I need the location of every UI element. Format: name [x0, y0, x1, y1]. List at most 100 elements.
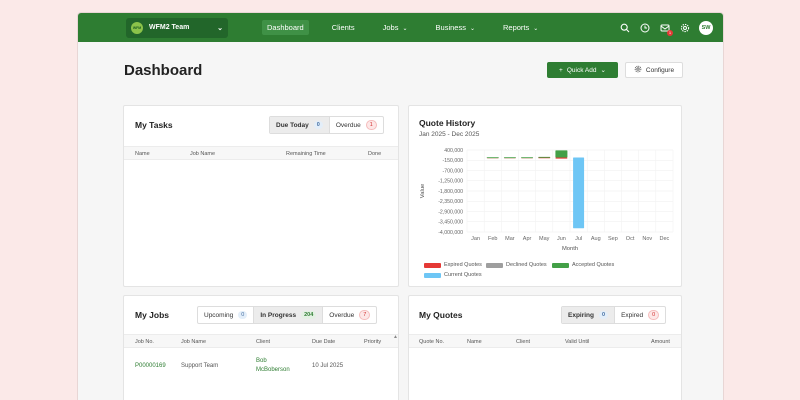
- filter-upcoming[interactable]: Upcoming 0: [198, 307, 255, 323]
- my-quotes-title: My Quotes: [419, 310, 463, 320]
- column-header[interactable]: Due Date: [312, 339, 335, 345]
- my-quotes-filter: Expiring 0 Expired 0: [561, 306, 667, 324]
- column-header[interactable]: Done: [368, 151, 381, 157]
- nav-clients[interactable]: Clients: [327, 20, 360, 35]
- legend-swatch: [424, 262, 441, 268]
- count-badge: 0: [599, 311, 609, 319]
- bar: [555, 157, 568, 159]
- y-tick-label: -3,450,000: [438, 220, 463, 226]
- y-tick-label: -1,250,000: [438, 179, 463, 185]
- chevron-down-icon: ⌄: [469, 26, 475, 32]
- legend-expired[interactable]: Expired Quotes: [424, 262, 482, 268]
- job-name: Support Team: [181, 363, 219, 369]
- legend-accepted[interactable]: Accepted Quotes: [552, 262, 614, 268]
- jobs-table-header: Job No. Job Name Client Due Date Priorit…: [124, 334, 398, 348]
- filter-overdue[interactable]: Overdue 7: [323, 307, 376, 323]
- column-header[interactable]: Priority: [364, 339, 381, 345]
- filter-in-progress[interactable]: In Progress 204: [254, 307, 324, 323]
- filter-due-today[interactable]: Due Today 0: [270, 117, 330, 133]
- nav-business[interactable]: Business ⌄: [431, 20, 480, 35]
- filter-expired[interactable]: Expired 0: [615, 307, 665, 323]
- column-header[interactable]: Valid Until: [565, 339, 589, 345]
- team-logo: WFM: [131, 21, 143, 34]
- quotes-table-header: Quote No. Name Client Valid Until Amount: [409, 334, 681, 348]
- column-header[interactable]: Client: [516, 339, 530, 345]
- quote-history-title: Quote History: [419, 118, 476, 128]
- legend-swatch: [552, 262, 569, 268]
- gear-icon: [634, 65, 642, 75]
- chevron-down-icon: ⌄: [402, 26, 408, 32]
- nav-dashboard[interactable]: Dashboard: [262, 20, 309, 35]
- x-tick-label: Mar: [505, 236, 515, 242]
- x-tick-label: Aug: [591, 236, 601, 242]
- bar: [503, 157, 516, 159]
- configure-button[interactable]: Configure: [625, 62, 683, 78]
- quote-history-card: Quote History Jan 2025 - Dec 2025 400,00…: [408, 105, 682, 287]
- quote-history-subtitle: Jan 2025 - Dec 2025: [419, 131, 480, 138]
- x-tick-label: Apr: [523, 236, 532, 242]
- scrollbar[interactable]: ▲: [393, 334, 398, 400]
- y-tick-label: -4,000,000: [438, 230, 463, 236]
- my-quotes-card: My Quotes Expiring 0 Expired 0 Quote No.…: [408, 295, 682, 400]
- x-tick-label: Oct: [626, 236, 635, 242]
- scroll-up-icon: ▲: [393, 334, 398, 340]
- inbox-icon[interactable]: 1: [659, 22, 673, 36]
- legend-swatch: [424, 272, 441, 278]
- y-tick-label: -150,000: [443, 158, 464, 164]
- nav-jobs[interactable]: Jobs ⌄: [378, 20, 413, 35]
- chevron-down-icon: ⌄: [217, 24, 223, 32]
- filter-overdue[interactable]: Overdue 1: [330, 117, 383, 133]
- column-header[interactable]: Job Name: [181, 339, 206, 345]
- gear-icon[interactable]: [679, 22, 691, 34]
- search-icon[interactable]: [619, 22, 631, 34]
- y-tick-label: 400,000: [444, 148, 463, 154]
- client-link[interactable]: McBoberson: [256, 367, 290, 373]
- x-tick-label: Jul: [575, 236, 582, 242]
- column-header[interactable]: Name: [467, 339, 482, 345]
- avatar[interactable]: SW: [699, 20, 713, 35]
- column-header[interactable]: Name: [135, 151, 150, 157]
- team-name: WFM2 Team: [149, 24, 190, 31]
- column-header[interactable]: Job No.: [135, 339, 154, 345]
- count-badge: 1: [365, 120, 377, 130]
- column-header[interactable]: Client: [256, 339, 270, 345]
- y-tick-label: -2,900,000: [438, 209, 463, 215]
- bar: [573, 157, 585, 229]
- bar: [486, 157, 499, 159]
- my-jobs-title: My Jobs: [135, 310, 170, 320]
- team-switcher[interactable]: WFM WFM2 Team ⌄: [126, 17, 228, 38]
- x-tick-label: Jan: [471, 236, 480, 242]
- column-header[interactable]: Remaining Time: [286, 151, 326, 157]
- top-nav-bar: WFM WFM2 Team ⌄ Dashboard Clients Jobs ⌄ …: [78, 13, 723, 42]
- client-link[interactable]: Bob: [256, 358, 267, 364]
- clock-icon[interactable]: [639, 22, 651, 34]
- legend-current[interactable]: Current Quotes: [424, 272, 482, 278]
- column-header[interactable]: Amount: [651, 339, 670, 345]
- plus-icon: +: [559, 66, 563, 74]
- y-tick-label: -2,350,000: [438, 199, 463, 205]
- column-header[interactable]: Job Name: [190, 151, 215, 157]
- count-badge: 0: [313, 121, 323, 129]
- bar: [555, 150, 568, 158]
- job-number-link[interactable]: P00000169: [135, 363, 166, 369]
- y-tick-label: -700,000: [443, 168, 464, 174]
- x-axis-label: Month: [562, 246, 578, 252]
- app-window: WFM WFM2 Team ⌄ Dashboard Clients Jobs ⌄ …: [78, 13, 723, 400]
- my-jobs-filter: Upcoming 0 In Progress 204 Overdue 7: [197, 306, 378, 324]
- quick-add-button[interactable]: + Quick Add ⌄: [547, 62, 618, 78]
- column-header[interactable]: Quote No.: [419, 339, 444, 345]
- header-tools: 1 SW: [619, 20, 713, 36]
- my-jobs-card: My Jobs Upcoming 0 In Progress 204 Overd…: [123, 295, 399, 400]
- legend-declined[interactable]: Declined Quotes: [486, 262, 547, 268]
- x-tick-label: May: [539, 236, 550, 242]
- filter-expiring[interactable]: Expiring 0: [562, 307, 616, 323]
- y-tick-label: -1,800,000: [438, 189, 463, 195]
- count-badge: 0: [648, 310, 660, 320]
- table-row[interactable]: P00000169 Support Team Bob McBoberson 10…: [124, 354, 398, 390]
- bar: [538, 156, 551, 158]
- nav-reports[interactable]: Reports ⌄: [498, 20, 543, 35]
- my-tasks-filter: Due Today 0 Overdue 1: [269, 116, 384, 134]
- count-badge: 0: [238, 311, 248, 319]
- my-tasks-title: My Tasks: [135, 120, 173, 130]
- y-axis-label: Value: [420, 184, 426, 198]
